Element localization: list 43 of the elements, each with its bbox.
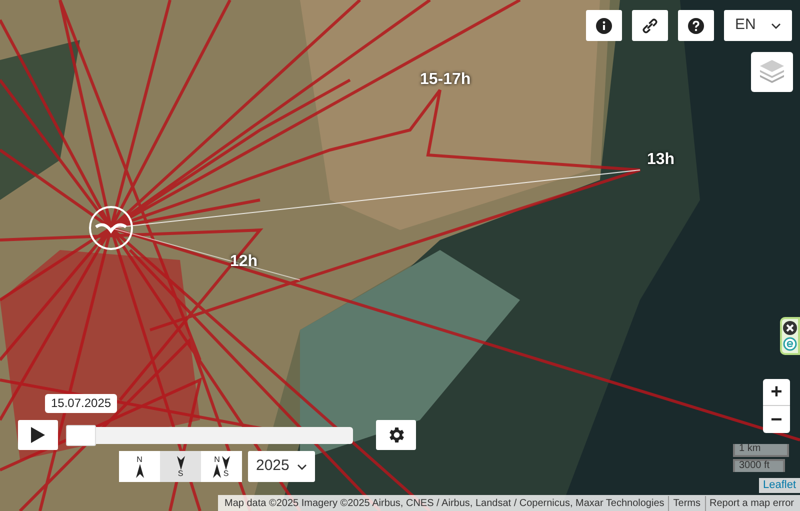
- zoom-out-button[interactable]: −: [763, 406, 790, 433]
- info-button[interactable]: [586, 10, 622, 41]
- south-arrow-icon: [222, 456, 230, 470]
- attribution-text: Map data ©2025 Imagery ©2025 Airbus, CNES / Airbus, Landsat / Copernicus, Maxar Technologies: [223, 496, 666, 510]
- slider-thumb[interactable]: [66, 425, 96, 446]
- link-button[interactable]: [632, 10, 668, 41]
- north-letter: N: [214, 456, 220, 464]
- help-button[interactable]: [678, 10, 714, 41]
- date-tooltip: 15.07.2025: [45, 394, 118, 413]
- direction-mode-button[interactable]: N: [119, 451, 160, 482]
- bird-marker-icon[interactable]: [88, 205, 134, 251]
- layers-icon: [758, 58, 786, 86]
- play-button[interactable]: [18, 420, 58, 450]
- south-letter: S: [178, 470, 184, 478]
- time-label: 15-17h: [420, 72, 471, 88]
- attribution-link[interactable]: Report a map error: [704, 496, 798, 510]
- chevron-down-icon: [771, 22, 781, 28]
- year-select[interactable]: 2025: [248, 451, 315, 482]
- north-arrow-icon: [213, 464, 221, 478]
- help-icon: [688, 18, 704, 34]
- timeline-slider[interactable]: [66, 427, 353, 444]
- settings-button[interactable]: [376, 420, 416, 450]
- satellite-map-with-tracks-drawing[interactable]: [0, 0, 800, 511]
- scale-bar: 3000 ft: [733, 459, 785, 472]
- time-label: 13h: [647, 152, 675, 168]
- circle-e-icon: [783, 337, 797, 351]
- close-icon: [783, 321, 797, 335]
- north-arrow-icon: [136, 464, 144, 478]
- time-label: 12h: [230, 254, 258, 270]
- link-icon: [642, 18, 658, 34]
- chevron-down-icon: [297, 464, 307, 470]
- zoom-in-button[interactable]: +: [763, 379, 790, 406]
- attribution-link[interactable]: Terms: [668, 496, 705, 510]
- close-button[interactable]: [783, 321, 797, 335]
- direction-mode-button[interactable]: N S: [201, 451, 242, 482]
- south-arrow-icon: [176, 456, 184, 470]
- south-letter: S: [223, 470, 229, 478]
- north-letter: N: [136, 456, 142, 464]
- play-icon: [31, 427, 45, 443]
- info-icon: [596, 18, 612, 34]
- scale-bar: 1 km: [733, 444, 789, 457]
- language-select[interactable]: EN: [724, 10, 792, 41]
- direction-mode-button[interactable]: S: [160, 451, 201, 482]
